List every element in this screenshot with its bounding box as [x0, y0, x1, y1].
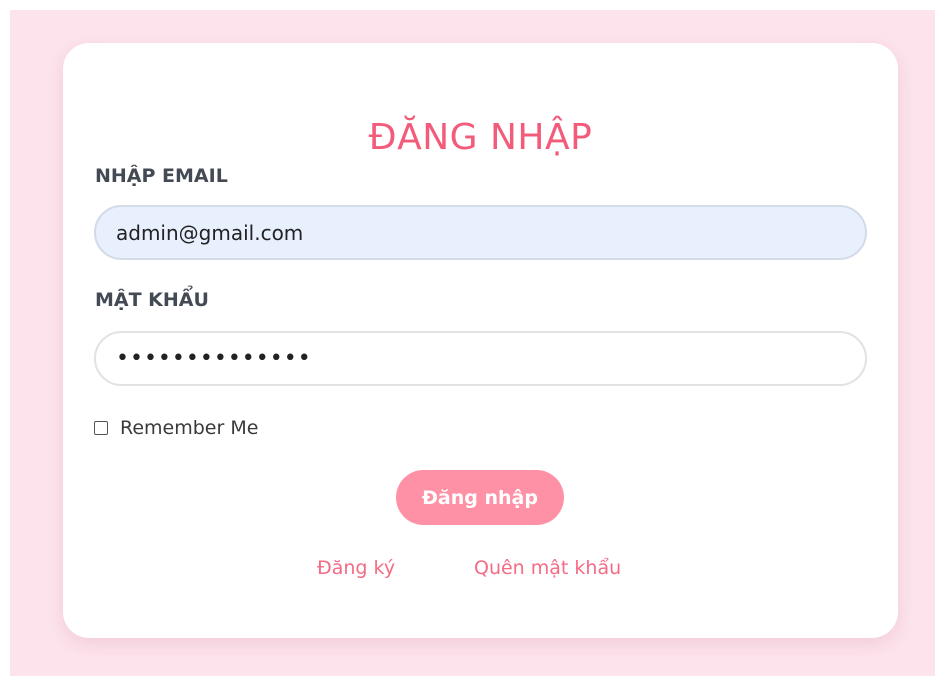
- email-label: NHẬP EMAIL: [95, 165, 228, 187]
- remember-me-label: Remember Me: [120, 417, 259, 439]
- password-field[interactable]: ••••••••••••••: [94, 331, 867, 386]
- forgot-password-link[interactable]: Quên mật khẩu: [474, 557, 621, 579]
- remember-me-checkbox[interactable]: [94, 421, 108, 435]
- password-label: MẬT KHẨU: [95, 289, 209, 311]
- remember-me[interactable]: Remember Me: [94, 417, 258, 439]
- register-link[interactable]: Đăng ký: [317, 557, 395, 579]
- login-card: ĐĂNG NHẬP NHẬP EMAIL MẬT KHẨU ••••••••••…: [63, 43, 898, 638]
- login-button[interactable]: Đăng nhập: [396, 470, 564, 525]
- password-value: ••••••••••••••: [116, 346, 312, 371]
- page-title: ĐĂNG NHẬP: [368, 117, 593, 158]
- email-field[interactable]: [94, 205, 867, 260]
